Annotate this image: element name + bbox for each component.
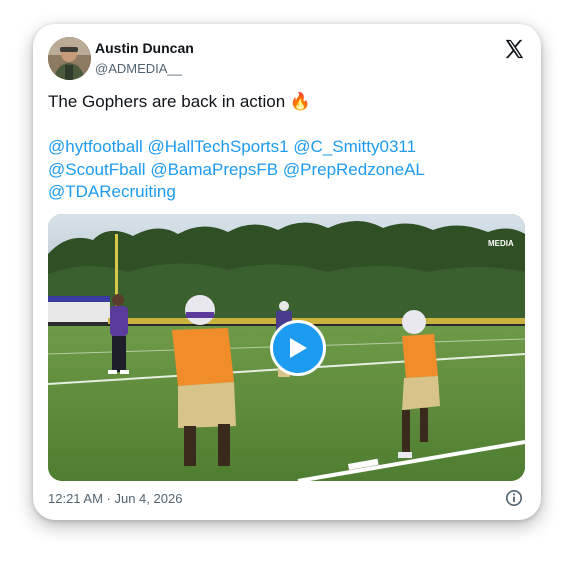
mention-link[interactable]: @TDARecruiting — [48, 182, 176, 201]
x-logo-icon[interactable] — [503, 38, 525, 60]
tweet-body: The Gophers are back in action — [48, 92, 286, 111]
mention-link[interactable]: @ScoutFball — [48, 160, 146, 179]
mention-link[interactable]: @HallTechSports1 — [148, 137, 289, 156]
mention-link[interactable]: @hytfootball — [48, 137, 143, 156]
author-name[interactable]: Austin Duncan — [95, 40, 194, 56]
mentions: @hytfootball @HallTechSports1 @C_Smitty0… — [48, 136, 518, 204]
watermark: MEDIA — [488, 239, 514, 248]
mention-link[interactable]: @PrepRedzoneAL — [283, 160, 425, 179]
fire-emoji: 🔥 — [289, 92, 312, 111]
tweet-text: The Gophers are back in action 🔥 — [48, 92, 311, 112]
author-handle[interactable]: @ADMEDIA__ — [95, 61, 182, 76]
video-thumbnail[interactable]: MEDIA — [48, 214, 525, 481]
info-icon[interactable] — [505, 489, 523, 507]
mention-link[interactable]: @BamaPrepsFB — [150, 160, 278, 179]
tweet-card[interactable]: Austin Duncan @ADMEDIA__ The Gophers are… — [33, 24, 541, 520]
mention-link[interactable]: @C_Smitty0311 — [293, 137, 416, 156]
play-button[interactable] — [270, 320, 326, 376]
avatar[interactable] — [48, 37, 91, 80]
play-icon — [290, 338, 307, 358]
timestamp[interactable]: 12:21 AM · Jun 4, 2026 — [48, 491, 182, 506]
